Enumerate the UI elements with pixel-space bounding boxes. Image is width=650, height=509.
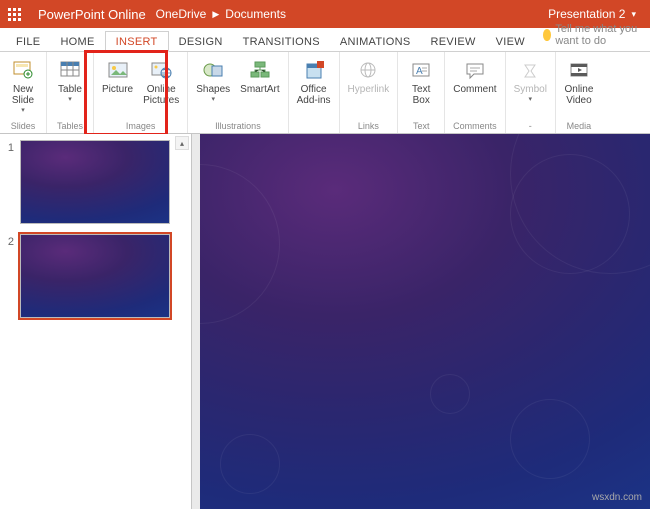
ribbon-group-images: Picture Online Pictures Images [94, 52, 188, 133]
ribbon-group-illustrations: Shapes ▾ SmartArt Illustrations [188, 52, 288, 133]
group-label-tables: Tables [57, 120, 83, 131]
addins-icon [302, 58, 326, 82]
slide-thumbnail [20, 234, 170, 318]
online-pictures-icon [149, 58, 173, 82]
group-label-illustrations: Illustrations [215, 120, 261, 131]
comment-button[interactable]: Comment [451, 56, 498, 97]
current-slide[interactable] [200, 134, 650, 509]
slide-thumbnail [20, 140, 170, 224]
new-slide-button[interactable]: New Slide ▾ [6, 56, 40, 116]
shapes-icon [201, 58, 225, 82]
tab-view[interactable]: VIEW [486, 32, 535, 51]
breadcrumb-folder[interactable]: Documents [225, 7, 286, 21]
online-video-button[interactable]: Online Video [562, 56, 596, 108]
tell-me-placeholder: Tell me what you want to do [555, 23, 650, 47]
group-label-text: Text [413, 120, 430, 131]
symbol-button[interactable]: Symbol ▾ [512, 56, 549, 105]
ribbon-group-text: A Text Box Text [398, 52, 445, 133]
symbol-icon [518, 58, 542, 82]
slide-number: 1 [4, 140, 14, 224]
caret-icon: ▾ [21, 108, 25, 114]
slide-number: 2 [4, 234, 14, 318]
video-icon [567, 58, 591, 82]
ribbon-group-media: Online Video Media [556, 52, 602, 133]
document-name[interactable]: Presentation 2 [548, 7, 625, 21]
textbox-button[interactable]: A Text Box [404, 56, 438, 108]
office-addins-button[interactable]: Office Add-ins [295, 56, 333, 108]
document-title-area: Presentation 2 ▾ [548, 7, 650, 21]
app-launcher-button[interactable] [0, 0, 28, 28]
caret-icon: ▾ [529, 97, 533, 103]
shapes-button[interactable]: Shapes ▾ [194, 56, 232, 105]
caret-icon: ▾ [68, 97, 72, 103]
table-button[interactable]: Table ▾ [53, 56, 87, 105]
ribbon-group-slides: New Slide ▾ Slides [0, 52, 47, 133]
tab-home[interactable]: HOME [50, 32, 104, 51]
waffle-icon [8, 8, 21, 21]
ribbon-group-comments: Comment Comments [445, 52, 505, 133]
hyperlink-icon [356, 58, 380, 82]
group-label-slides: Slides [11, 120, 36, 131]
caret-icon: ▾ [211, 97, 215, 103]
comment-icon [463, 58, 487, 82]
app-name: PowerPoint Online [28, 7, 156, 22]
group-label-media: Media [567, 120, 592, 131]
tab-animations[interactable]: ANIMATIONS [330, 32, 421, 51]
table-icon [58, 58, 82, 82]
group-label-links: Links [358, 120, 379, 131]
ribbon: New Slide ▾ Slides Table ▾ Tables Pictur [0, 52, 650, 134]
tab-transitions[interactable]: TRANSITIONS [233, 32, 330, 51]
slide-canvas-area [192, 134, 650, 509]
tab-review[interactable]: REVIEW [420, 32, 485, 51]
new-slide-icon [11, 58, 35, 82]
ribbon-group-tables: Table ▾ Tables [47, 52, 94, 133]
thumbnail-1[interactable]: 1 [4, 140, 187, 224]
thumbnail-2[interactable]: 2 [4, 234, 187, 318]
scroll-up-button[interactable]: ▴ [175, 136, 189, 150]
smartart-icon [248, 58, 272, 82]
tell-me-search[interactable]: Tell me what you want to do [543, 23, 650, 51]
ribbon-group-symbols: Symbol ▾ - [506, 52, 556, 133]
chevron-right-icon: ▶ [212, 9, 219, 20]
tab-design[interactable]: DESIGN [169, 32, 233, 51]
ribbon-group-addins: Office Add-ins [289, 52, 340, 133]
svg-text:A: A [416, 66, 423, 77]
chevron-down-icon: ▾ [631, 9, 636, 20]
ribbon-group-links: Hyperlink Links [340, 52, 399, 133]
breadcrumb-root[interactable]: OneDrive [156, 7, 207, 21]
textbox-icon: A [409, 58, 433, 82]
tab-file[interactable]: FILE [6, 32, 50, 51]
group-label-symbols: - [529, 120, 532, 131]
group-label-comments: Comments [453, 120, 497, 131]
watermark: wsxdn.com [592, 492, 642, 503]
smartart-button[interactable]: SmartArt [238, 56, 281, 97]
tab-insert[interactable]: INSERT [105, 31, 169, 52]
picture-icon [106, 58, 130, 82]
ribbon-tabs: FILE HOME INSERT DESIGN TRANSITIONS ANIM… [0, 28, 650, 52]
group-label-images: Images [126, 120, 156, 131]
slide-thumbnail-panel: ▴ 1 2 [0, 134, 192, 509]
online-pictures-button[interactable]: Online Pictures [141, 56, 181, 108]
picture-button[interactable]: Picture [100, 56, 135, 97]
workspace: ▴ 1 2 [0, 134, 650, 509]
breadcrumb: OneDrive ▶ Documents [156, 7, 286, 21]
hyperlink-button[interactable]: Hyperlink [346, 56, 392, 97]
lightbulb-icon [543, 29, 551, 41]
